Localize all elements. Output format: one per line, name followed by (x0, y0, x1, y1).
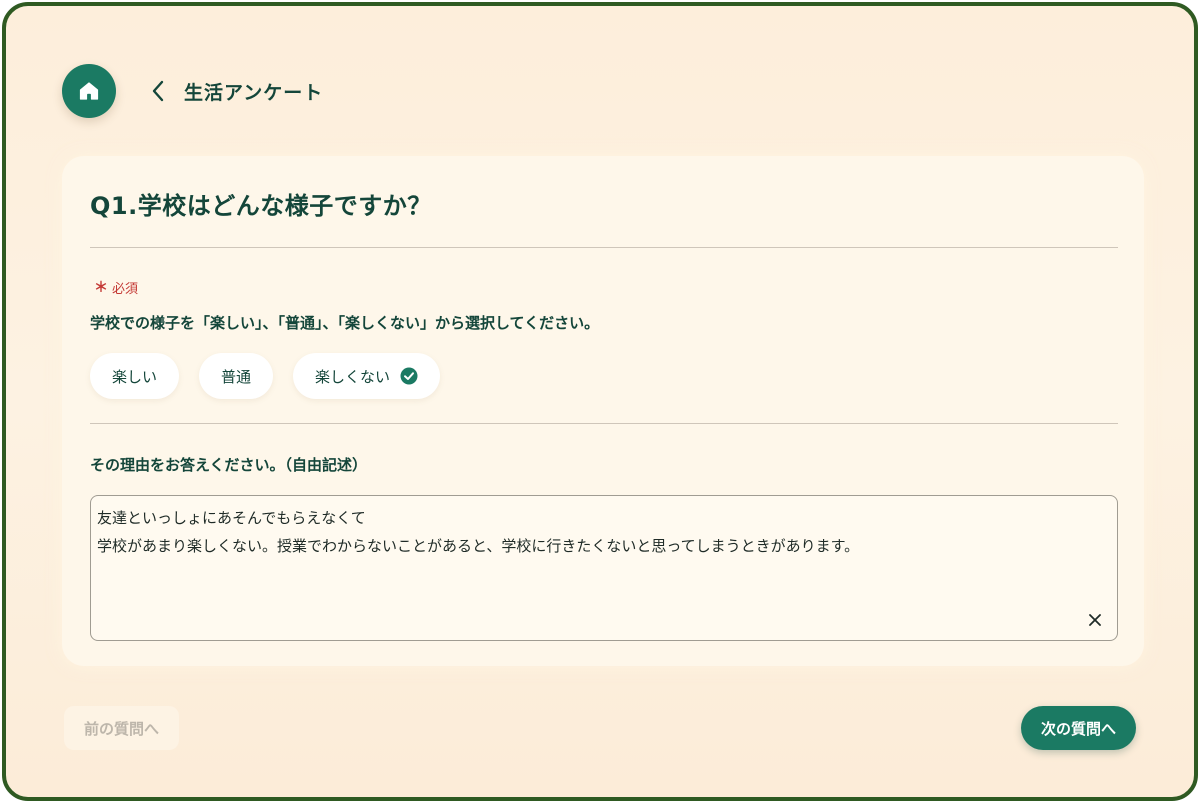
option-label: 楽しい (112, 367, 158, 386)
textarea-line: 学校があまり楽しくない。授業でわからないことがあると、学校に行きたくないと思って… (97, 537, 860, 555)
option-label: 普通 (221, 367, 252, 386)
option-label: 楽しくない (315, 367, 391, 386)
close-icon (1089, 614, 1101, 626)
question-title: Q1.学校はどんな様子ですか？ (90, 192, 432, 220)
option-group: 楽しい 普通 楽しくない (90, 353, 441, 399)
home-button[interactable] (62, 64, 116, 118)
chevron-left-icon (152, 80, 164, 102)
option-futsuu[interactable]: 普通 (199, 353, 274, 399)
next-question-button[interactable]: 次の質問へ (1020, 706, 1136, 750)
check-circle-icon (400, 367, 418, 385)
prev-question-button[interactable]: 前の質問へ (64, 706, 180, 750)
question-card: Q1.学校はどんな様子ですか？ ＊ 必須 学校での様子を「楽しい」、「普通」、「… (62, 156, 1144, 666)
question-instruction: 学校での様子を「楽しい」、「普通」、「楽しくない」から選択してください。 (90, 314, 600, 332)
textarea-line: 友達といっしょにあそんでもらえなくて (97, 509, 366, 527)
page-title: 生活アンケート (184, 81, 324, 104)
required-badge: ＊ 必須 (94, 277, 138, 297)
option-tanoshii[interactable]: 楽しい (90, 353, 180, 399)
header: 生活アンケート (62, 63, 323, 119)
required-label: 必須 (112, 281, 139, 297)
back-button[interactable] (146, 76, 170, 106)
divider (90, 247, 1118, 248)
reason-label: その理由をお答えください。（自由記述） (90, 456, 368, 474)
divider (90, 423, 1118, 424)
required-mark: ＊ (94, 280, 108, 296)
home-icon (79, 82, 99, 100)
option-tanoshikunai[interactable]: 楽しくない (293, 353, 441, 399)
reason-textarea[interactable]: 友達といっしょにあそんでもらえなくて 学校があまり楽しくない。授業でわからないこ… (90, 495, 1118, 641)
clear-button[interactable] (1087, 612, 1103, 628)
app-frame: 生活アンケート Q1.学校はどんな様子ですか？ ＊ 必須 学校での様子を「楽しい… (2, 2, 1198, 801)
